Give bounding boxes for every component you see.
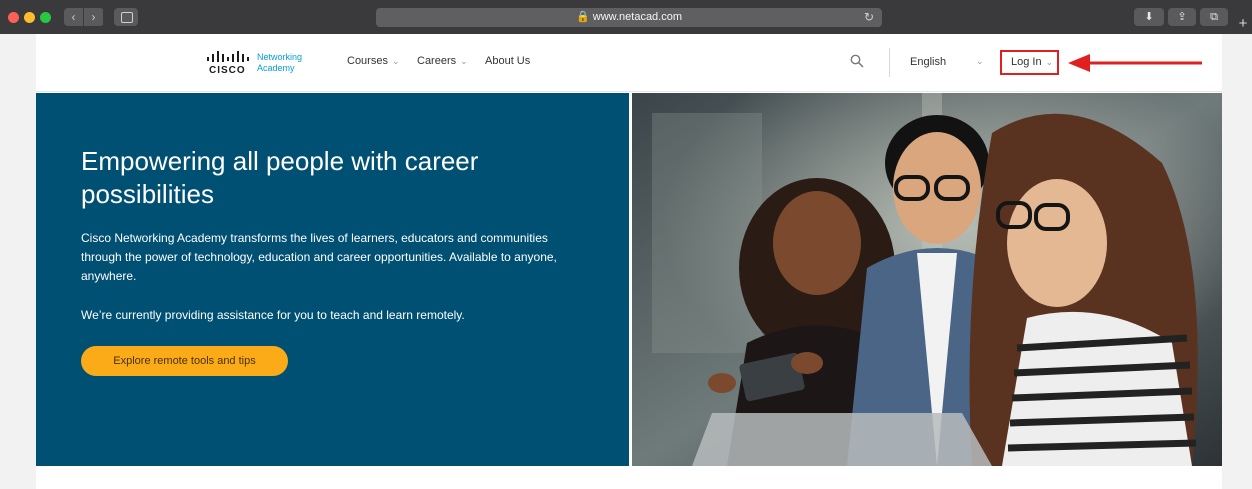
- lock-icon: 🔒: [575, 11, 590, 23]
- chevron-left-icon: ‹: [71, 10, 76, 24]
- share-button[interactable]: ⇪: [1168, 8, 1196, 26]
- chevron-down-icon: ⌄: [460, 56, 468, 66]
- tabs-icon: ⧉: [1210, 11, 1218, 23]
- language-selector[interactable]: English: [910, 56, 946, 68]
- url-text: www.netacad.com: [592, 11, 683, 23]
- annotation-arrow-icon: [1068, 54, 1202, 72]
- hero-description: Cisco Networking Academy transforms the …: [81, 231, 557, 283]
- plus-icon: +: [1238, 15, 1248, 32]
- back-button[interactable]: ‹: [64, 8, 84, 26]
- webpage: CISCO Networking Academy Courses ⌄ Career…: [36, 34, 1222, 489]
- hero-panel: Empowering all people with career possib…: [36, 93, 629, 466]
- chevron-down-icon: ⌄: [391, 56, 400, 66]
- share-icon: ⇪: [1177, 11, 1187, 23]
- download-icon: ⬇: [1144, 11, 1154, 23]
- new-tab-button[interactable]: +: [1234, 14, 1252, 34]
- hero-title: Empowering all people with career possib…: [81, 146, 479, 209]
- site-header: CISCO Networking Academy Courses ⌄ Career…: [36, 34, 1222, 92]
- hero-remote-notice: We’re currently providing assistance for…: [81, 308, 465, 322]
- nav-about-label: About Us: [485, 55, 531, 67]
- chevron-down-icon: ⌄: [1045, 57, 1054, 67]
- tabs-overview-button[interactable]: ⧉: [1200, 8, 1228, 26]
- nav-careers[interactable]: Careers ⌄: [417, 55, 468, 67]
- header-divider: [889, 48, 890, 77]
- zoom-window-button[interactable]: [40, 12, 51, 23]
- chevron-right-icon: ›: [91, 10, 96, 24]
- downloads-button[interactable]: ⬇: [1134, 8, 1164, 26]
- netacad-logo[interactable]: CISCO Networking Academy: [206, 48, 316, 80]
- forward-button[interactable]: ›: [84, 8, 104, 26]
- reload-icon[interactable]: ↻: [864, 8, 874, 27]
- chevron-down-icon[interactable]: ⌄: [976, 56, 984, 67]
- nav-courses[interactable]: Courses ⌄: [347, 55, 400, 67]
- explore-remote-tools-button[interactable]: Explore remote tools and tips: [81, 346, 288, 376]
- nav-about-us[interactable]: About Us: [485, 55, 530, 67]
- address-bar[interactable]: 🔒 www.netacad.com ↻: [376, 8, 882, 27]
- logo-product-name: Networking Academy: [257, 52, 302, 74]
- nav-courses-label: Courses: [347, 55, 388, 67]
- logo-brand: CISCO: [209, 65, 246, 76]
- nav-careers-label: Careers: [417, 55, 457, 67]
- hero-photo-illustration: [632, 93, 1222, 466]
- hero-photo-students: [632, 93, 1222, 466]
- minimize-window-button[interactable]: [24, 12, 35, 23]
- search-icon[interactable]: [850, 54, 864, 68]
- history-nav: ‹ ›: [64, 8, 104, 26]
- login-label: Log In: [1011, 56, 1042, 68]
- logo-line-2: Academy: [257, 63, 295, 73]
- sidebar-toggle-button[interactable]: [114, 8, 138, 26]
- browser-toolbar: ‹ › 🔒 www.netacad.com ↻ ⬇ ⇪ ⧉ +: [0, 0, 1252, 34]
- cisco-bars-icon: [207, 51, 249, 62]
- login-button[interactable]: Log In ⌄: [1000, 50, 1059, 75]
- logo-line-1: Networking: [257, 52, 303, 62]
- close-window-button[interactable]: [8, 12, 19, 23]
